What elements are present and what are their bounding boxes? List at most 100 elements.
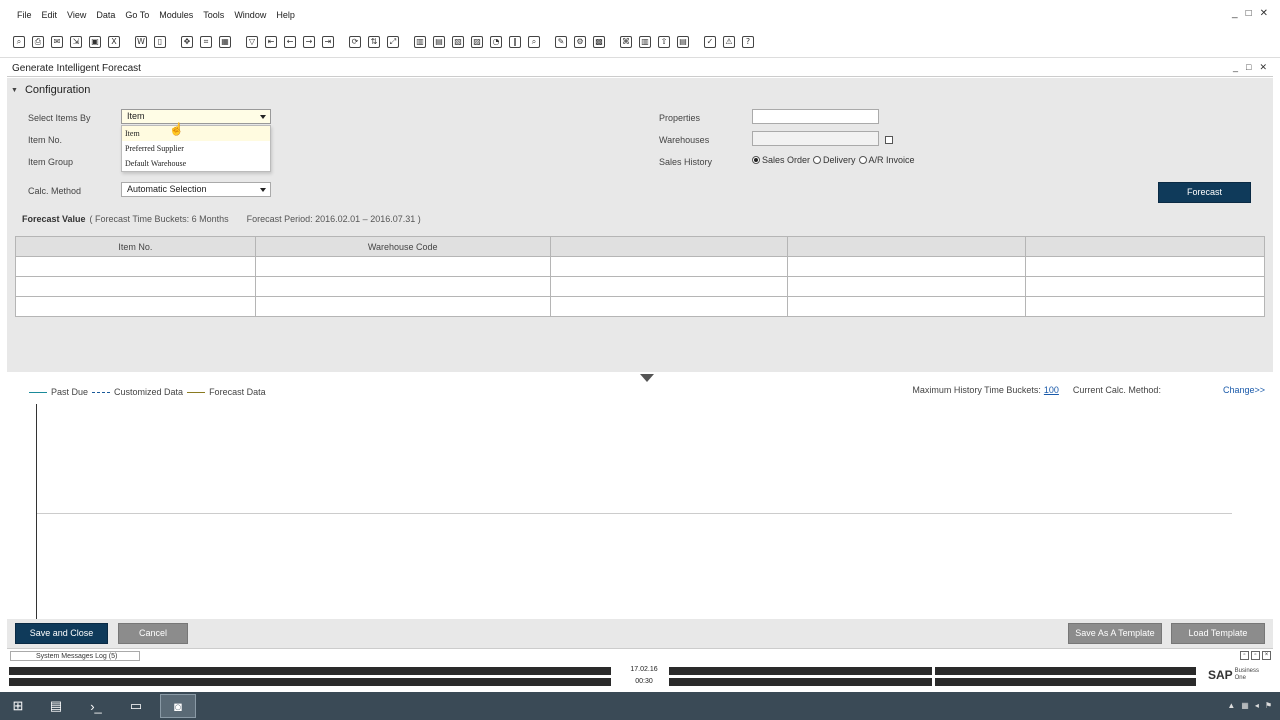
tray-flag-icon[interactable]: ⚑ <box>1265 701 1272 710</box>
edit-icon[interactable]: ✎ <box>555 36 567 48</box>
find-icon[interactable]: ⌕ <box>13 36 25 48</box>
folder-icon[interactable]: ▭ <box>118 694 154 718</box>
excel-icon[interactable]: X <box>108 36 120 48</box>
powershell-icon[interactable]: ›_ <box>78 694 114 718</box>
next-record-icon[interactable]: → <box>303 36 315 48</box>
table-cell[interactable] <box>787 256 1027 277</box>
menu-window[interactable]: Window <box>234 10 266 20</box>
menu-goto[interactable]: Go To <box>125 10 149 20</box>
option-item[interactable]: Item <box>122 126 270 141</box>
approval-icon[interactable]: ⇧ <box>658 36 670 48</box>
sysmsg-restore-icon[interactable]: ▫ <box>1251 651 1260 660</box>
option-preferred-supplier[interactable]: Preferred Supplier <box>122 141 270 156</box>
col-period-1[interactable] <box>549 236 789 257</box>
col-period-3[interactable] <box>1025 236 1265 257</box>
radio-sales-order[interactable] <box>752 156 760 164</box>
pdf-icon[interactable]: ▯ <box>154 36 166 48</box>
form-restore-icon[interactable]: □ <box>1246 62 1251 73</box>
table-cell[interactable] <box>15 276 256 297</box>
help-icon[interactable]: ? <box>742 36 754 48</box>
table-cell[interactable] <box>549 256 789 277</box>
select-items-by-dropdown[interactable]: Item <box>121 109 271 124</box>
resize-icon[interactable]: ⤢ <box>387 36 399 48</box>
menu-tools[interactable]: Tools <box>203 10 224 20</box>
form-settings-icon[interactable]: ▦ <box>219 36 231 48</box>
radio-delivery[interactable] <box>813 156 822 164</box>
table-cell[interactable] <box>549 276 789 297</box>
warehouses-checkbox[interactable] <box>885 136 893 144</box>
max-history-value[interactable]: 100 <box>1044 385 1059 395</box>
refresh-icon[interactable]: ⟳ <box>349 36 361 48</box>
radio-ar-invoice[interactable] <box>858 156 867 164</box>
form-close-icon[interactable]: ✕ <box>1259 62 1267 73</box>
tray-network-icon[interactable]: ▦ <box>1241 701 1249 710</box>
table-cell[interactable] <box>787 296 1027 317</box>
chevron-down-icon[interactable] <box>260 188 266 192</box>
col-period-2[interactable] <box>787 236 1027 257</box>
save-and-close-button[interactable]: Save and Close <box>15 623 108 644</box>
configuration-section-header[interactable]: ▼ Configuration <box>11 84 90 96</box>
sap-task-icon[interactable]: ◙ <box>160 694 196 718</box>
form-minimize-icon[interactable]: _ <box>1233 62 1238 73</box>
option-default-warehouse[interactable]: Default Warehouse <box>122 156 270 171</box>
relationship-icon[interactable]: ⌘ <box>620 36 632 48</box>
print-icon[interactable]: ⎙ <box>32 36 44 48</box>
transaction-icon[interactable]: ▤ <box>677 36 689 48</box>
warehouses-field[interactable] <box>752 131 879 146</box>
table-cell[interactable] <box>254 276 551 297</box>
menu-help[interactable]: Help <box>276 10 295 20</box>
change-link[interactable]: Change>> <box>1223 385 1265 395</box>
copy-from-icon[interactable]: ▥ <box>414 36 426 48</box>
layout-icon[interactable]: ⌗ <box>200 36 212 48</box>
col-warehouse-code[interactable]: Warehouse Code <box>254 236 551 257</box>
tray-volume-icon[interactable]: ◂ <box>1255 701 1259 710</box>
properties-field[interactable] <box>752 109 879 124</box>
collapse-caret-icon[interactable]: ▼ <box>11 87 18 94</box>
journal-icon[interactable]: ✓ <box>704 36 716 48</box>
target-document-icon[interactable]: ▨ <box>471 36 483 48</box>
chevron-down-icon[interactable] <box>260 115 266 119</box>
base-document-icon[interactable]: ▧ <box>452 36 464 48</box>
tray-arrow-icon[interactable]: ▲ <box>1227 701 1235 710</box>
restore-icon[interactable]: □ <box>1246 8 1252 19</box>
table-cell[interactable] <box>549 296 789 317</box>
save-as-template-button[interactable]: Save As A Template <box>1068 623 1162 644</box>
load-template-button[interactable]: Load Template <box>1171 623 1265 644</box>
move-icon[interactable]: ✥ <box>181 36 193 48</box>
table-row[interactable] <box>15 296 1265 317</box>
last-record-icon[interactable]: ⇥ <box>322 36 334 48</box>
table-row[interactable] <box>15 276 1265 297</box>
explorer-icon[interactable]: ▤ <box>38 694 74 718</box>
menu-modules[interactable]: Modules <box>159 10 193 20</box>
triangle-down-icon[interactable] <box>640 374 654 382</box>
alerts-icon[interactable]: ⚠ <box>723 36 735 48</box>
cancel-button[interactable]: Cancel <box>118 623 188 644</box>
settings-icon[interactable]: ⚙ <box>574 36 586 48</box>
copy-to-icon[interactable]: ▤ <box>433 36 445 48</box>
word-icon[interactable]: W <box>135 36 147 48</box>
export-icon[interactable]: ⇲ <box>70 36 82 48</box>
calc-method-dropdown[interactable]: Automatic Selection <box>121 182 271 197</box>
table-cell[interactable] <box>1025 296 1265 317</box>
minimize-icon[interactable]: _ <box>1232 8 1238 19</box>
gross-profit-icon[interactable]: ◔ <box>490 36 502 48</box>
first-record-icon[interactable]: ⇤ <box>265 36 277 48</box>
col-item-no[interactable]: Item No. <box>15 236 256 257</box>
docs-icon[interactable]: ▥ <box>639 36 651 48</box>
columns-icon[interactable]: ‖ <box>509 36 521 48</box>
menu-edit[interactable]: Edit <box>42 10 58 20</box>
table-row[interactable] <box>15 256 1265 277</box>
table-cell[interactable] <box>254 296 551 317</box>
email-icon[interactable]: ✉ <box>51 36 63 48</box>
preview-icon[interactable]: ▣ <box>89 36 101 48</box>
messages-icon[interactable]: ▩ <box>593 36 605 48</box>
previous-record-icon[interactable]: ← <box>284 36 296 48</box>
windows-start-icon[interactable]: ⊞ <box>0 694 36 718</box>
table-cell[interactable] <box>15 296 256 317</box>
filter-icon[interactable]: ▽ <box>246 36 258 48</box>
system-messages-tab[interactable]: System Messages Log (5) <box>10 651 141 661</box>
close-icon[interactable]: ✕ <box>1260 8 1268 19</box>
table-cell[interactable] <box>254 256 551 277</box>
table-cell[interactable] <box>787 276 1027 297</box>
table-cell[interactable] <box>15 256 256 277</box>
